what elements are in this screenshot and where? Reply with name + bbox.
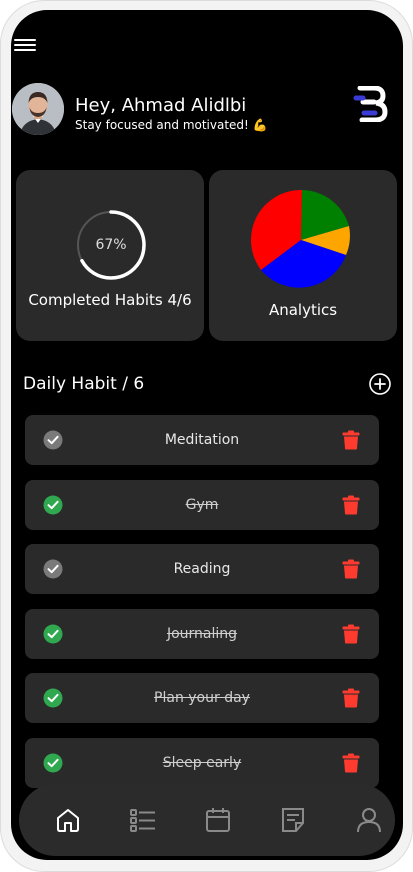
app-screen: Hey, Ahmad Alidlbi Stay focused and moti…	[11, 10, 403, 860]
check-circle-icon[interactable]	[43, 688, 63, 708]
check-circle-icon[interactable]	[43, 559, 63, 579]
habit-name: Gym	[185, 496, 219, 513]
analytics-pie-chart	[250, 189, 350, 288]
habit-name: Journaling	[166, 625, 238, 642]
add-habit-icon[interactable]	[369, 373, 391, 395]
habit-row[interactable]: Reading	[25, 544, 379, 595]
completed-habits-label: Completed Habits 4/6	[28, 291, 192, 309]
trash-icon[interactable]	[342, 753, 360, 773]
profile-icon[interactable]	[355, 806, 383, 834]
trash-icon[interactable]	[342, 559, 360, 579]
analytics-card[interactable]: Analytics	[209, 170, 397, 341]
habit-row[interactable]: Plan your day	[25, 673, 379, 724]
check-circle-icon[interactable]	[43, 624, 63, 644]
habit-name: Meditation	[164, 432, 240, 448]
check-circle-icon[interactable]	[43, 753, 63, 773]
calendar-icon[interactable]	[204, 806, 232, 834]
habit-name: Sleep early	[162, 755, 242, 771]
habit-row[interactable]: Meditation	[25, 415, 379, 465]
trash-icon[interactable]	[342, 495, 360, 515]
tagline-text: Stay focused and motivated! 💪	[75, 118, 268, 132]
daily-habit-title: Daily Habit / 6	[23, 374, 145, 394]
habit-row[interactable]: Gym	[25, 479, 379, 530]
home-icon[interactable]	[54, 806, 82, 834]
check-circle-icon[interactable]	[43, 430, 63, 450]
menu-icon[interactable]	[14, 37, 36, 55]
completed-habits-card: 67% Completed Habits 4/6	[16, 170, 204, 341]
analytics-label: Analytics	[268, 301, 338, 319]
habit-name: Reading	[173, 561, 231, 578]
bottom-nav	[19, 784, 395, 856]
trash-icon[interactable]	[342, 430, 360, 450]
greeting-text: Hey, Ahmad Alidlbi	[75, 95, 247, 116]
brand-logo-icon	[352, 85, 388, 123]
avatar[interactable]	[12, 83, 64, 135]
progress-ring: 67%	[75, 209, 147, 281]
habit-name: Plan your day	[154, 690, 250, 707]
list-icon[interactable]	[129, 806, 157, 834]
check-circle-icon[interactable]	[43, 495, 63, 515]
progress-percent: 67%	[95, 237, 127, 253]
habit-row[interactable]: Journaling	[25, 608, 379, 659]
notes-icon[interactable]	[279, 806, 307, 834]
trash-icon[interactable]	[342, 624, 360, 644]
trash-icon[interactable]	[342, 688, 360, 708]
habit-row[interactable]: Sleep early	[25, 738, 379, 788]
